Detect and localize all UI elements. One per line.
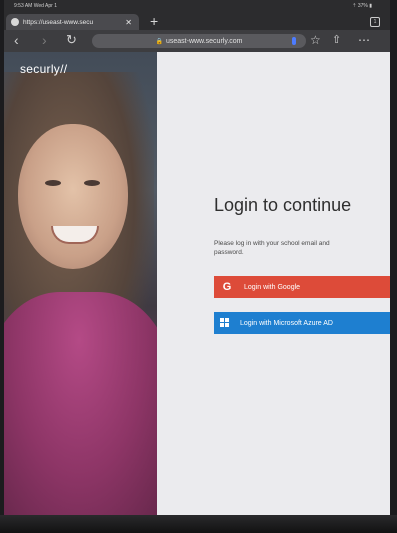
google-icon: G (222, 281, 232, 293)
reload-button[interactable]: ↻ (66, 33, 77, 47)
device-screen: 9:53 AM Wed Apr 1 ⇡ 37% ▮ https://useast… (4, 0, 390, 515)
login-panel: Login to continue Please log in with you… (157, 52, 390, 515)
login-subtitle: Please log in with your school email and… (214, 240, 330, 256)
status-bar: 9:53 AM Wed Apr 1 ⇡ 37% ▮ (4, 0, 390, 12)
new-tab-button[interactable]: + (150, 14, 158, 28)
microphone-icon[interactable] (292, 37, 296, 45)
photo-shirt (4, 292, 157, 515)
azure-button-label: Login with Microsoft Azure AD (240, 319, 333, 327)
address-bar[interactable]: 🔒 useast-www.securly.com (92, 34, 306, 48)
favicon-icon (11, 18, 19, 26)
status-battery: ⇡ 37% ▮ (352, 3, 372, 9)
photo-face (18, 124, 128, 269)
photo-eye (84, 180, 100, 186)
status-time: 9:53 AM Wed Apr 1 (14, 3, 57, 9)
photo-smile (51, 226, 99, 244)
bookmark-button[interactable]: ☆ (310, 34, 321, 46)
tab-title: https://useast-www.secu (23, 18, 94, 26)
tab-count-button[interactable]: 1 (370, 17, 380, 27)
login-with-google-button[interactable]: G Login with Google (214, 276, 390, 298)
windows-icon (220, 318, 230, 328)
hero-photo: securly// (4, 52, 157, 515)
photo-eye (45, 180, 61, 186)
device-bezel (0, 515, 397, 533)
more-menu-button[interactable]: ⋯ (358, 34, 370, 46)
login-title: Login to continue (214, 195, 352, 215)
share-button[interactable]: ⇧ (332, 34, 341, 46)
tab-strip: https://useast-www.secu ✕ + 1 (4, 12, 390, 30)
brand-logo: securly// (20, 62, 68, 76)
back-button[interactable]: ‹ (14, 33, 19, 47)
login-with-azure-button[interactable]: Login with Microsoft Azure AD (214, 312, 390, 334)
url-text: useast-www.securly.com (165, 37, 243, 45)
browser-tab[interactable]: https://useast-www.secu ✕ (6, 14, 139, 30)
lock-icon: 🔒 (155, 38, 163, 45)
close-icon[interactable]: ✕ (125, 18, 132, 27)
browser-toolbar: ‹ › ↻ 🔒 useast-www.securly.com ☆ ⇧ ⋯ (4, 30, 390, 52)
forward-button[interactable]: › (42, 33, 47, 47)
page-content: securly// Login to continue Please log i… (4, 52, 390, 515)
google-button-label: Login with Google (244, 283, 301, 291)
